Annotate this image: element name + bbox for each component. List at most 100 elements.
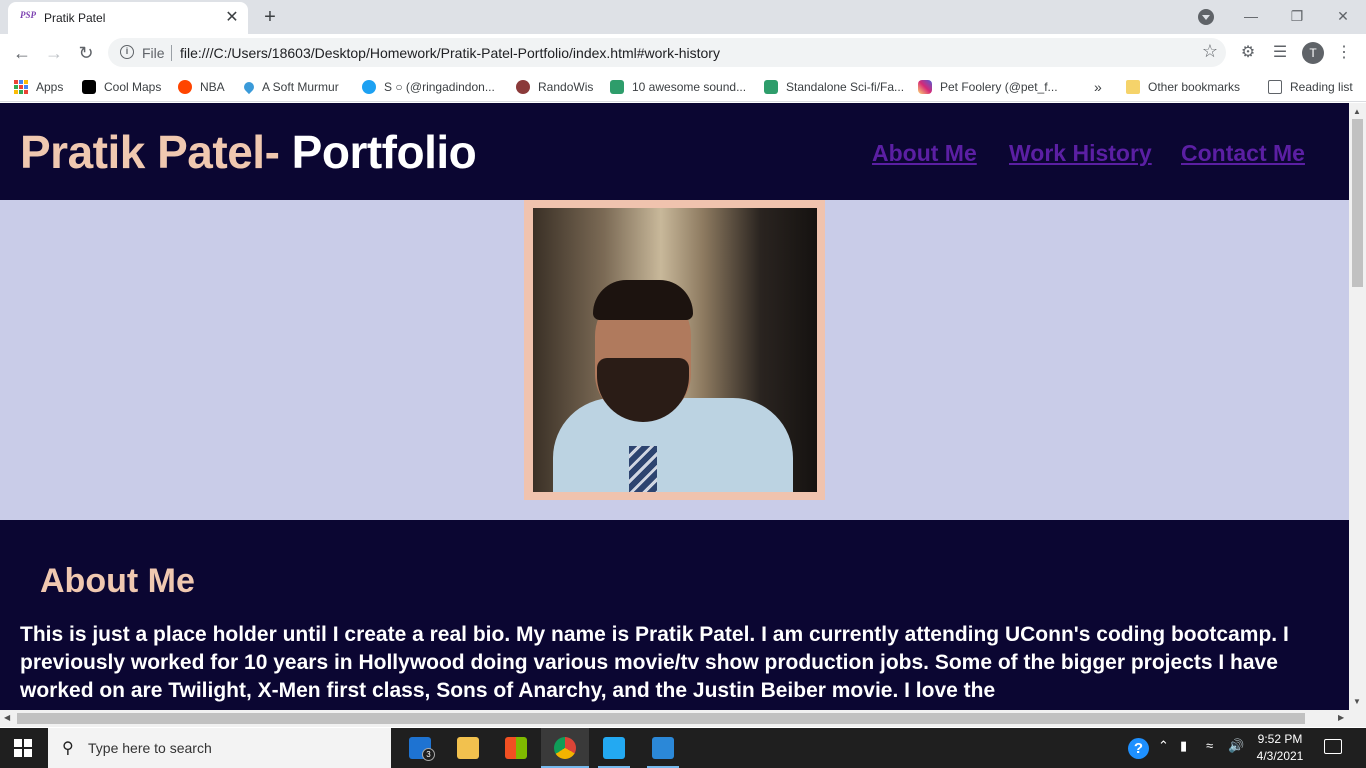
bookmark-star-icon[interactable]: ☆ (1202, 41, 1218, 62)
profile-photo (533, 208, 817, 492)
forward-icon[interactable]: → (42, 41, 66, 65)
bookmark-label: Other bookmarks (1148, 80, 1241, 94)
horizontal-scroll-thumb[interactable] (17, 713, 1305, 724)
bookmark-label: Reading list (1290, 80, 1353, 94)
reddit-icon (178, 80, 192, 94)
site-icon (764, 80, 778, 94)
nav-link-contact-me[interactable]: Contact Me (1181, 140, 1305, 167)
bear-icon (516, 80, 530, 94)
bookmark-pet-foolery[interactable]: Pet Foolery (@pet_f... (918, 77, 1058, 97)
site-title: Pratik Patel- Portfolio (20, 125, 477, 179)
drop-icon (241, 79, 257, 95)
site-title-portfolio: Portfolio (279, 126, 477, 178)
chrome-icon (554, 737, 576, 759)
about-me-text: This is just a place holder until I crea… (20, 623, 1289, 702)
apps-grid-icon (14, 80, 28, 94)
menu-kebab-icon[interactable]: ⋮ (1334, 43, 1354, 63)
nav-link-work-history[interactable]: Work History (1009, 140, 1152, 167)
taskbar-clock[interactable]: 9:52 PM 4/3/2021 (1250, 731, 1310, 765)
profile-avatar[interactable]: T (1302, 42, 1324, 64)
bookmark-cool-maps[interactable]: Cool Maps (82, 77, 161, 97)
tray-chevron-up-icon[interactable]: ⌃ (1158, 738, 1169, 754)
taskbar-photos[interactable] (639, 728, 687, 768)
bookmark-label: A Soft Murmur (262, 80, 339, 94)
scroll-right-icon[interactable]: ▶ (1338, 713, 1344, 722)
clock-time: 9:52 PM (1257, 732, 1303, 746)
reading-list-button[interactable]: Reading list (1268, 77, 1353, 97)
new-tab-button[interactable]: + (258, 5, 282, 29)
file-explorer-icon (457, 737, 479, 759)
taskbar-chrome[interactable] (541, 728, 589, 768)
bookmark-apps[interactable]: Apps (14, 77, 63, 97)
bookmark-standalone-scifi[interactable]: Standalone Sci-fi/Fa... (764, 77, 904, 97)
bookmark-label: Apps (36, 80, 64, 94)
site-header: Pratik Patel- Portfolio About Me Work Hi… (0, 103, 1349, 200)
bookmark-label: RandoWis (538, 80, 594, 94)
bookmark-label: NBA (200, 80, 225, 94)
minimize-icon[interactable]: — (1236, 4, 1266, 28)
media-queue-icon[interactable]: ☰ (1270, 43, 1290, 63)
bookmark-randowis[interactable]: RandoWis (516, 77, 593, 97)
divider (171, 45, 172, 61)
bookmark-awesome-sounds[interactable]: 10 awesome sound... (610, 77, 746, 97)
close-tab-icon[interactable]: ✕ (222, 8, 242, 28)
bookmarks-overflow-button[interactable]: » (1094, 77, 1102, 97)
bookmark-nba[interactable]: NBA (178, 77, 225, 97)
close-window-icon[interactable]: ✕ (1328, 4, 1358, 28)
vertical-scroll-thumb[interactable] (1352, 119, 1363, 287)
site-icon (610, 80, 624, 94)
battery-icon[interactable]: ▮ (1180, 738, 1187, 754)
extensions-icon[interactable]: ⚙ (1238, 43, 1258, 63)
clock-date: 4/3/2021 (1256, 749, 1304, 763)
bookmark-label: Standalone Sci-fi/Fa... (786, 80, 905, 94)
instagram-icon (918, 80, 932, 94)
bookmark-label: 10 awesome sound... (632, 80, 747, 94)
windows-start-icon[interactable] (14, 739, 32, 757)
help-icon[interactable]: ? (1128, 738, 1149, 759)
url-text[interactable]: file:///C:/Users/18603/Desktop/Homework/… (180, 45, 720, 61)
bookmark-twitter[interactable]: S ○ (@ringadindon... (362, 77, 495, 97)
site-title-name: Pratik Patel- (20, 126, 280, 178)
tab-active[interactable]: PSP Pratik Patel ✕ (8, 2, 248, 34)
restore-icon[interactable]: ❐ (1282, 4, 1312, 28)
taskbar-search-placeholder: Type here to search (88, 740, 212, 756)
photos-icon (652, 737, 674, 759)
vertical-scrollbar[interactable]: ▲ ▼ (1349, 103, 1366, 710)
search-icon: ⚲ (62, 740, 74, 757)
bookmark-label: Cool Maps (104, 80, 162, 94)
reading-list-icon (1268, 80, 1282, 94)
notification-center-icon[interactable] (1324, 739, 1342, 754)
folder-icon (1126, 80, 1140, 94)
windows-taskbar: ⚲ Type here to search 3 ? ⌃ ▮ ≈ 🔊 9:52 P… (0, 728, 1366, 768)
mail-badge: 3 (422, 748, 435, 761)
scroll-up-icon[interactable]: ▲ (1353, 107, 1361, 116)
info-icon[interactable]: i (120, 45, 134, 59)
browser-toolbar: ← → ↻ i File file:///C:/Users/18603/Desk… (0, 34, 1366, 72)
tab-search-icon[interactable] (1198, 9, 1214, 25)
taskbar-search-box[interactable]: ⚲ Type here to search (48, 728, 391, 768)
nav-link-about-me[interactable]: About Me (872, 140, 977, 167)
reload-icon[interactable]: ↻ (74, 41, 98, 65)
scroll-left-icon[interactable]: ◀ (4, 713, 10, 722)
volume-icon[interactable]: 🔊 (1228, 738, 1244, 754)
map-icon (82, 80, 96, 94)
taskbar-mail[interactable]: 3 (396, 728, 444, 768)
tab-strip: PSP Pratik Patel ✕ + — ❐ ✕ (0, 0, 1366, 34)
taskbar-store[interactable] (492, 728, 540, 768)
bookmarks-bar: Apps Cool Maps NBA A Soft Murmur S ○ (@r… (0, 72, 1366, 102)
store-icon (505, 737, 527, 759)
bookmark-label: Pet Foolery (@pet_f... (940, 80, 1058, 94)
taskbar-vscode[interactable] (590, 728, 638, 768)
scroll-down-icon[interactable]: ▼ (1353, 697, 1361, 706)
horizontal-scrollbar[interactable]: ◀ ▶ (0, 710, 1366, 727)
bookmark-soft-murmur[interactable]: A Soft Murmur (241, 77, 339, 97)
wifi-icon[interactable]: ≈ (1206, 738, 1213, 753)
taskbar-file-explorer[interactable] (444, 728, 492, 768)
back-icon[interactable]: ← (10, 41, 34, 65)
scheme-label: File (142, 45, 165, 61)
tab-title: Pratik Patel (44, 11, 106, 25)
twitter-icon (362, 80, 376, 94)
address-bar[interactable]: i File file:///C:/Users/18603/Desktop/Ho… (108, 38, 1226, 67)
bookmark-label: S ○ (@ringadindon... (384, 80, 495, 94)
other-bookmarks-folder[interactable]: Other bookmarks (1126, 77, 1240, 97)
